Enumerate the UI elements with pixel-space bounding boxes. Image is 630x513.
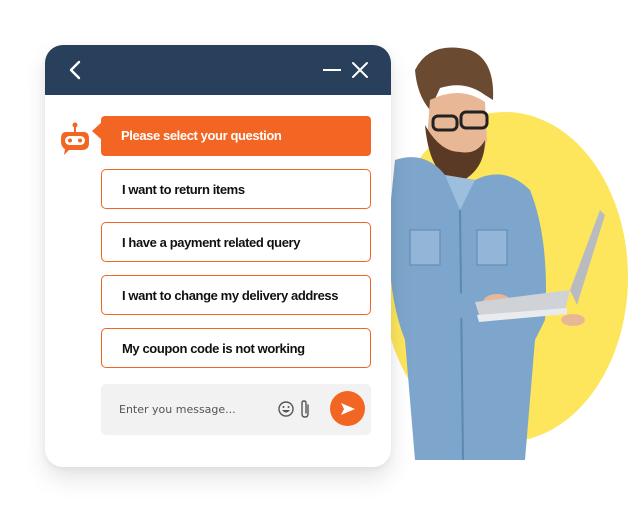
quick-reply-option[interactable]: I want to return items	[101, 169, 371, 209]
send-button[interactable]	[330, 391, 365, 426]
person-with-laptop-illustration	[389, 47, 605, 460]
quick-reply-option[interactable]: I have a payment related query	[101, 222, 371, 262]
paperclip-icon[interactable]	[299, 399, 311, 419]
message-composer	[101, 384, 371, 435]
emoji-icon[interactable]	[278, 401, 294, 417]
chevron-left-icon[interactable]	[65, 59, 87, 81]
close-icon[interactable]	[349, 59, 371, 81]
quick-reply-options: I want to return items I have a payment …	[101, 169, 371, 381]
quick-reply-option[interactable]: I want to change my delivery address	[101, 275, 371, 315]
robot-icon	[61, 122, 89, 155]
send-icon	[340, 402, 355, 415]
chat-window: Please select your question I want to re…	[45, 45, 391, 467]
chat-header	[45, 45, 391, 95]
bot-prompt-message: Please select your question	[101, 116, 371, 156]
minimize-icon[interactable]	[321, 59, 343, 81]
quick-reply-option[interactable]: My coupon code is not working	[101, 328, 371, 368]
message-input[interactable]	[119, 398, 269, 420]
